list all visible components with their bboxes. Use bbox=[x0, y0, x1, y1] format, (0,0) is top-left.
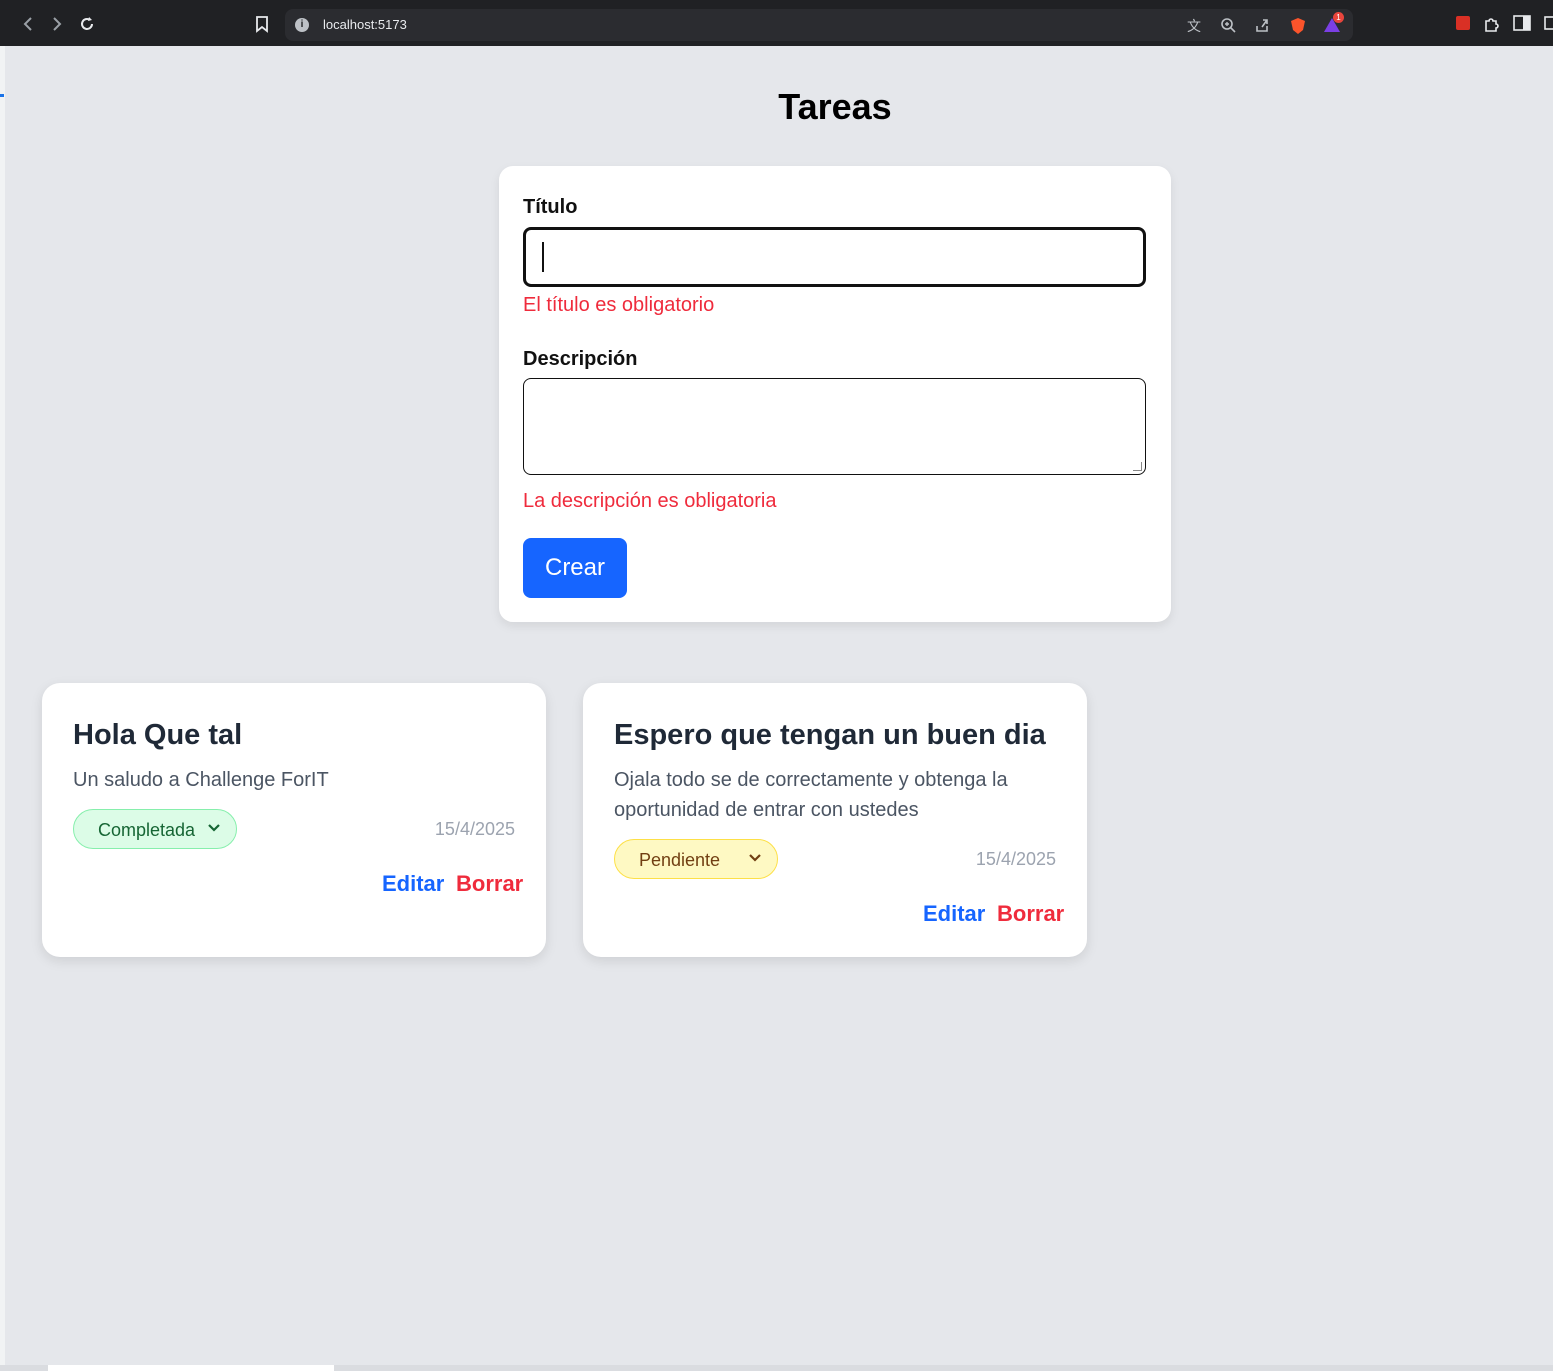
task-description: Un saludo a Challenge ForIT bbox=[73, 769, 329, 791]
translate-icon[interactable]: 文 bbox=[1185, 17, 1203, 35]
bookmark-icon[interactable] bbox=[251, 13, 273, 35]
brave-rewards-icon[interactable]: 1 bbox=[1323, 12, 1344, 35]
zoom-icon[interactable] bbox=[1219, 17, 1237, 35]
chevron-down-icon bbox=[208, 824, 220, 832]
site-info-icon[interactable]: i bbox=[295, 18, 309, 32]
title-label: Título bbox=[523, 196, 578, 218]
title-input[interactable] bbox=[523, 227, 1146, 287]
edit-button[interactable]: Editar bbox=[923, 901, 985, 927]
status-value: Pendiente bbox=[639, 850, 721, 870]
resize-handle-icon[interactable] bbox=[1133, 462, 1142, 471]
status-value: Completada bbox=[98, 820, 196, 840]
task-card: Espero que tengan un buen dia Ojala todo… bbox=[583, 683, 1087, 957]
extension-red-icon[interactable] bbox=[1454, 15, 1472, 33]
delete-button[interactable]: Borrar bbox=[997, 901, 1064, 927]
create-button[interactable]: Crear bbox=[523, 538, 627, 598]
back-icon[interactable] bbox=[17, 13, 39, 35]
reload-icon[interactable] bbox=[76, 13, 98, 35]
delete-button[interactable]: Borrar bbox=[456, 871, 523, 897]
bottom-tabbar bbox=[0, 1365, 1553, 1371]
task-title: Hola Que tal bbox=[73, 719, 243, 751]
chevron-down-icon bbox=[749, 854, 761, 862]
forward-icon[interactable] bbox=[46, 13, 68, 35]
text-caret bbox=[542, 242, 544, 272]
task-card: Hola Que tal Un saludo a Challenge ForIT… bbox=[42, 683, 546, 957]
window-icon[interactable] bbox=[1541, 15, 1553, 33]
task-title: Espero que tengan un buen dia bbox=[614, 719, 1046, 751]
task-date: 15/4/2025 bbox=[434, 819, 515, 839]
description-textarea[interactable] bbox=[523, 378, 1146, 475]
task-date: 15/4/2025 bbox=[975, 849, 1056, 869]
extensions-puzzle-icon[interactable] bbox=[1483, 15, 1501, 33]
title-error: El título es obligatorio bbox=[523, 294, 715, 316]
notification-badge: 1 bbox=[1333, 12, 1344, 23]
page-title: Tareas bbox=[778, 86, 892, 127]
sidebar-icon[interactable] bbox=[1513, 15, 1531, 33]
description-error: La descripción es obligatoria bbox=[523, 490, 777, 512]
share-icon[interactable] bbox=[1253, 17, 1271, 35]
url-text: localhost:5173 bbox=[323, 17, 407, 32]
description-label: Descripción bbox=[523, 348, 638, 370]
task-description: Ojala todo se de correctamente y obtenga… bbox=[614, 769, 1008, 821]
address-bar[interactable]: i localhost:5173 文 1 bbox=[285, 9, 1353, 41]
status-select[interactable]: Pendiente bbox=[614, 839, 778, 879]
left-edge-panel bbox=[0, 46, 5, 1371]
task-form: Título El título es obligatorio Descripc… bbox=[499, 166, 1171, 622]
browser-toolbar: i localhost:5173 文 1 bbox=[0, 0, 1553, 46]
brave-shield-icon[interactable] bbox=[1289, 17, 1307, 35]
status-select[interactable]: Completada bbox=[73, 809, 237, 849]
edit-button[interactable]: Editar bbox=[382, 871, 444, 897]
